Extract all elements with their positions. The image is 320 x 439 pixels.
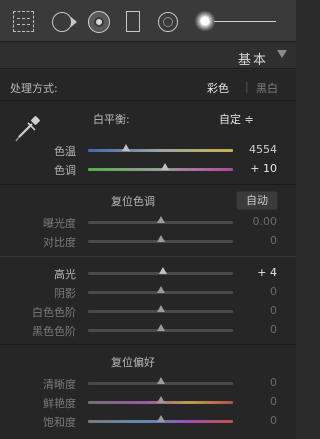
treatment-color-option[interactable]: 彩色 xyxy=(207,80,229,96)
crop-overlay-icon[interactable] xyxy=(13,11,34,32)
wb-label: 白平衡: xyxy=(93,113,130,126)
shadows-value[interactable]: 0 xyxy=(227,285,277,298)
saturation-slider-thumb[interactable] xyxy=(156,415,165,422)
eyedropper-icon[interactable] xyxy=(14,116,42,142)
clarity-label: 清晰度 xyxy=(43,378,76,391)
tone-reset-label[interactable]: 复位色调 xyxy=(111,193,155,209)
treatment-bw-option[interactable]: 黑白 xyxy=(256,80,278,96)
whites-value[interactable]: 0 xyxy=(227,304,277,317)
panel-title: 基本 xyxy=(237,53,268,68)
divider xyxy=(0,100,296,101)
vibrance-value[interactable]: 0 xyxy=(227,395,277,408)
vibrance-slider-thumb[interactable] xyxy=(156,396,165,403)
tint-value[interactable]: + 10 xyxy=(227,162,277,175)
shadows-label: 阴影 xyxy=(54,287,76,300)
temp-slider-track[interactable] xyxy=(88,149,233,152)
presence-reset-label[interactable]: 复位偏好 xyxy=(111,354,155,370)
contrast-value[interactable]: 0 xyxy=(227,234,277,247)
radial-filter-inner-icon xyxy=(163,17,173,27)
highlights-value[interactable]: + 4 xyxy=(227,266,277,279)
tint-slider-thumb[interactable] xyxy=(160,163,169,170)
treatment-label: 处理方式: xyxy=(10,82,58,95)
adjustment-brush-icon[interactable] xyxy=(195,11,215,31)
contrast-slider-thumb[interactable] xyxy=(156,235,165,242)
highlights-label: 高光 xyxy=(54,268,76,281)
spot-removal-icon[interactable] xyxy=(52,12,72,32)
vibrance-label: 鲜艳度 xyxy=(43,397,76,410)
whites-slider-thumb[interactable] xyxy=(156,305,165,312)
tint-label: 色调 xyxy=(54,164,76,177)
red-eye-pupil-icon xyxy=(94,17,104,27)
clarity-value[interactable]: 0 xyxy=(227,376,277,389)
divider xyxy=(0,256,296,257)
saturation-value[interactable]: 0 xyxy=(227,414,277,427)
adjustment-brush-line-icon xyxy=(214,21,276,22)
highlights-slider-thumb[interactable] xyxy=(159,267,168,274)
temp-label: 色温 xyxy=(54,145,76,158)
temp-slider-thumb[interactable] xyxy=(121,144,130,151)
collapse-triangle-icon[interactable] xyxy=(277,50,287,58)
clarity-slider-thumb[interactable] xyxy=(156,377,165,384)
exposure-value[interactable]: 0.00 xyxy=(227,215,278,228)
exposure-label: 曝光度 xyxy=(43,217,76,230)
spot-removal-arrow-icon xyxy=(71,17,77,27)
whites-label: 白色色阶 xyxy=(32,306,76,319)
blacks-value[interactable]: 0 xyxy=(227,323,277,336)
contrast-label: 对比度 xyxy=(43,236,76,249)
blacks-label: 黑色色阶 xyxy=(32,325,76,338)
blacks-slider-thumb[interactable] xyxy=(156,324,165,331)
auto-tone-button[interactable]: 自动 xyxy=(236,191,278,210)
temp-value[interactable]: 4554 xyxy=(227,143,277,156)
treatment-separator: | xyxy=(245,80,249,93)
divider xyxy=(0,184,296,185)
wb-dropdown[interactable]: 自定 ≑ xyxy=(219,111,254,127)
saturation-label: 饱和度 xyxy=(43,416,76,429)
shadows-slider-thumb[interactable] xyxy=(156,286,165,293)
divider xyxy=(0,344,296,345)
exposure-slider-thumb[interactable] xyxy=(156,216,165,223)
graduated-filter-icon[interactable] xyxy=(126,11,140,32)
